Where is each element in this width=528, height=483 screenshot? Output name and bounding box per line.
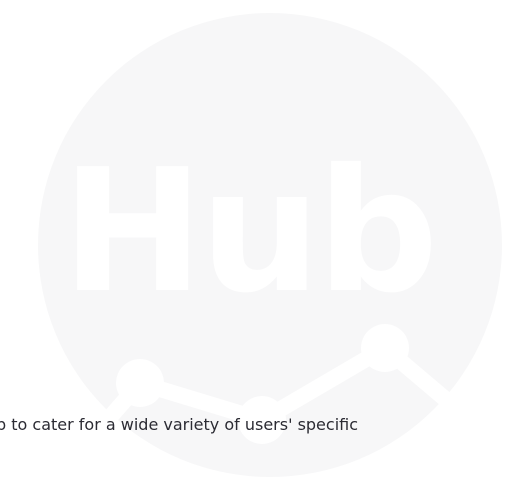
watermark-logo-text: Hub [62, 133, 435, 331]
body-paragraph: p to cater for a wide variety of users' … [0, 408, 528, 483]
paragraph-line-1: p to cater for a wide variety of users' … [0, 415, 359, 434]
